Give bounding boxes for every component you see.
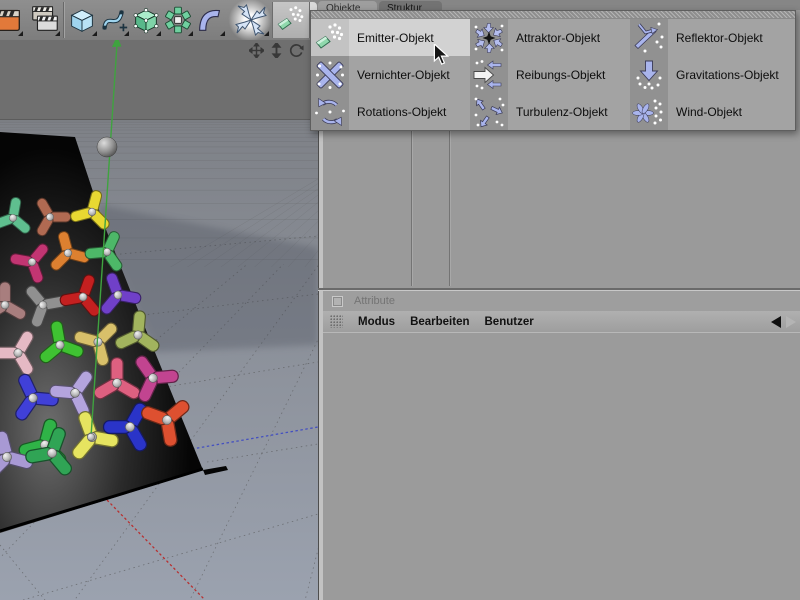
particle-emitter-icon (275, 3, 307, 37)
attribute-panel-header: Attribute (323, 291, 800, 311)
bend-deformer-button[interactable] (194, 2, 226, 38)
gravitations-icon (630, 56, 668, 93)
render-settings-icon (29, 3, 61, 37)
add-cube-icon (66, 3, 98, 37)
add-cube-button[interactable] (66, 2, 98, 38)
menu-item-reflektor-objekt[interactable]: Reflektor-Objekt (630, 19, 793, 56)
menu-modus[interactable]: Modus (358, 316, 395, 328)
axis-origin-handle[interactable] (87, 433, 95, 441)
rotations-icon (311, 93, 349, 130)
attribute-menubar: Modus Bearbeiten Benutzer (323, 311, 800, 333)
menu-item-rotations-objekt[interactable]: Rotations-Objekt (311, 93, 470, 130)
draw-spline-button[interactable] (98, 2, 130, 38)
reibungs-icon (470, 56, 508, 93)
sphere-object[interactable] (96, 136, 118, 158)
menu-item-wind-objekt[interactable]: Wind-Objekt (630, 93, 793, 130)
attribute-panel-title: Attribute (354, 295, 395, 307)
menu-benutzer[interactable]: Benutzer (485, 316, 534, 328)
column-divider (449, 130, 451, 286)
menu-item-turbulenz-objekt[interactable]: Turbulenz-Objekt (470, 93, 630, 130)
menu-bearbeiten[interactable]: Bearbeiten (410, 316, 469, 328)
panel-tabstrip: Objekte Struktur (310, 0, 800, 10)
make-editable-icon (130, 3, 162, 37)
bend-deformer-icon (194, 3, 226, 37)
pan-icon[interactable] (248, 42, 264, 58)
tab-objekte[interactable]: Objekte (318, 1, 377, 10)
rotate-icon[interactable] (288, 42, 304, 58)
menu-tearoff-strip[interactable] (311, 11, 795, 19)
tab-struktur[interactable]: Struktur (379, 1, 442, 10)
turbulenz-icon (470, 93, 508, 130)
wind-icon (630, 93, 668, 130)
toolbar-separator (63, 2, 65, 38)
move-axes-button[interactable] (232, 2, 270, 38)
app-window: Objekte Struktur Attribute Modus Bearbei… (0, 0, 800, 600)
render-settings-button[interactable] (29, 2, 61, 38)
viewport-tab-corner (310, 1, 318, 10)
menu-item-gravitations-objekt[interactable]: Gravitations-Objekt (630, 56, 793, 93)
vernichter-icon (311, 56, 349, 93)
array-objects-button[interactable] (162, 2, 194, 38)
panel-window-icon[interactable] (332, 295, 343, 307)
draw-spline-icon (98, 3, 130, 37)
attribute-panel-body (323, 332, 800, 600)
3d-viewport[interactable] (0, 40, 318, 600)
particle-objects-menu: Emitter-Objekt Vernichter-Objekt Rotatio… (310, 10, 796, 131)
mouse-cursor (432, 42, 450, 71)
zoom-icon[interactable] (268, 42, 284, 58)
column-divider (411, 130, 413, 286)
move-axes-icon (234, 3, 268, 37)
array-objects-icon (162, 3, 194, 37)
render-view-button[interactable] (0, 2, 24, 38)
menu-item-reibungs-objekt[interactable]: Reibungs-Objekt (470, 56, 630, 93)
particle-emitter-button[interactable] (272, 2, 310, 38)
drag-grip-icon[interactable] (330, 315, 343, 328)
forward-arrow-icon[interactable] (786, 316, 796, 328)
reflektor-icon (630, 19, 668, 56)
attraktor-icon (470, 19, 508, 56)
render-view-icon (0, 3, 24, 37)
menu-item-attraktor-objekt[interactable]: Attraktor-Objekt (470, 19, 630, 56)
emitter-icon (311, 19, 349, 56)
viewport-nav (248, 42, 308, 58)
make-editable-button[interactable] (130, 2, 162, 38)
back-arrow-icon[interactable] (771, 316, 781, 328)
